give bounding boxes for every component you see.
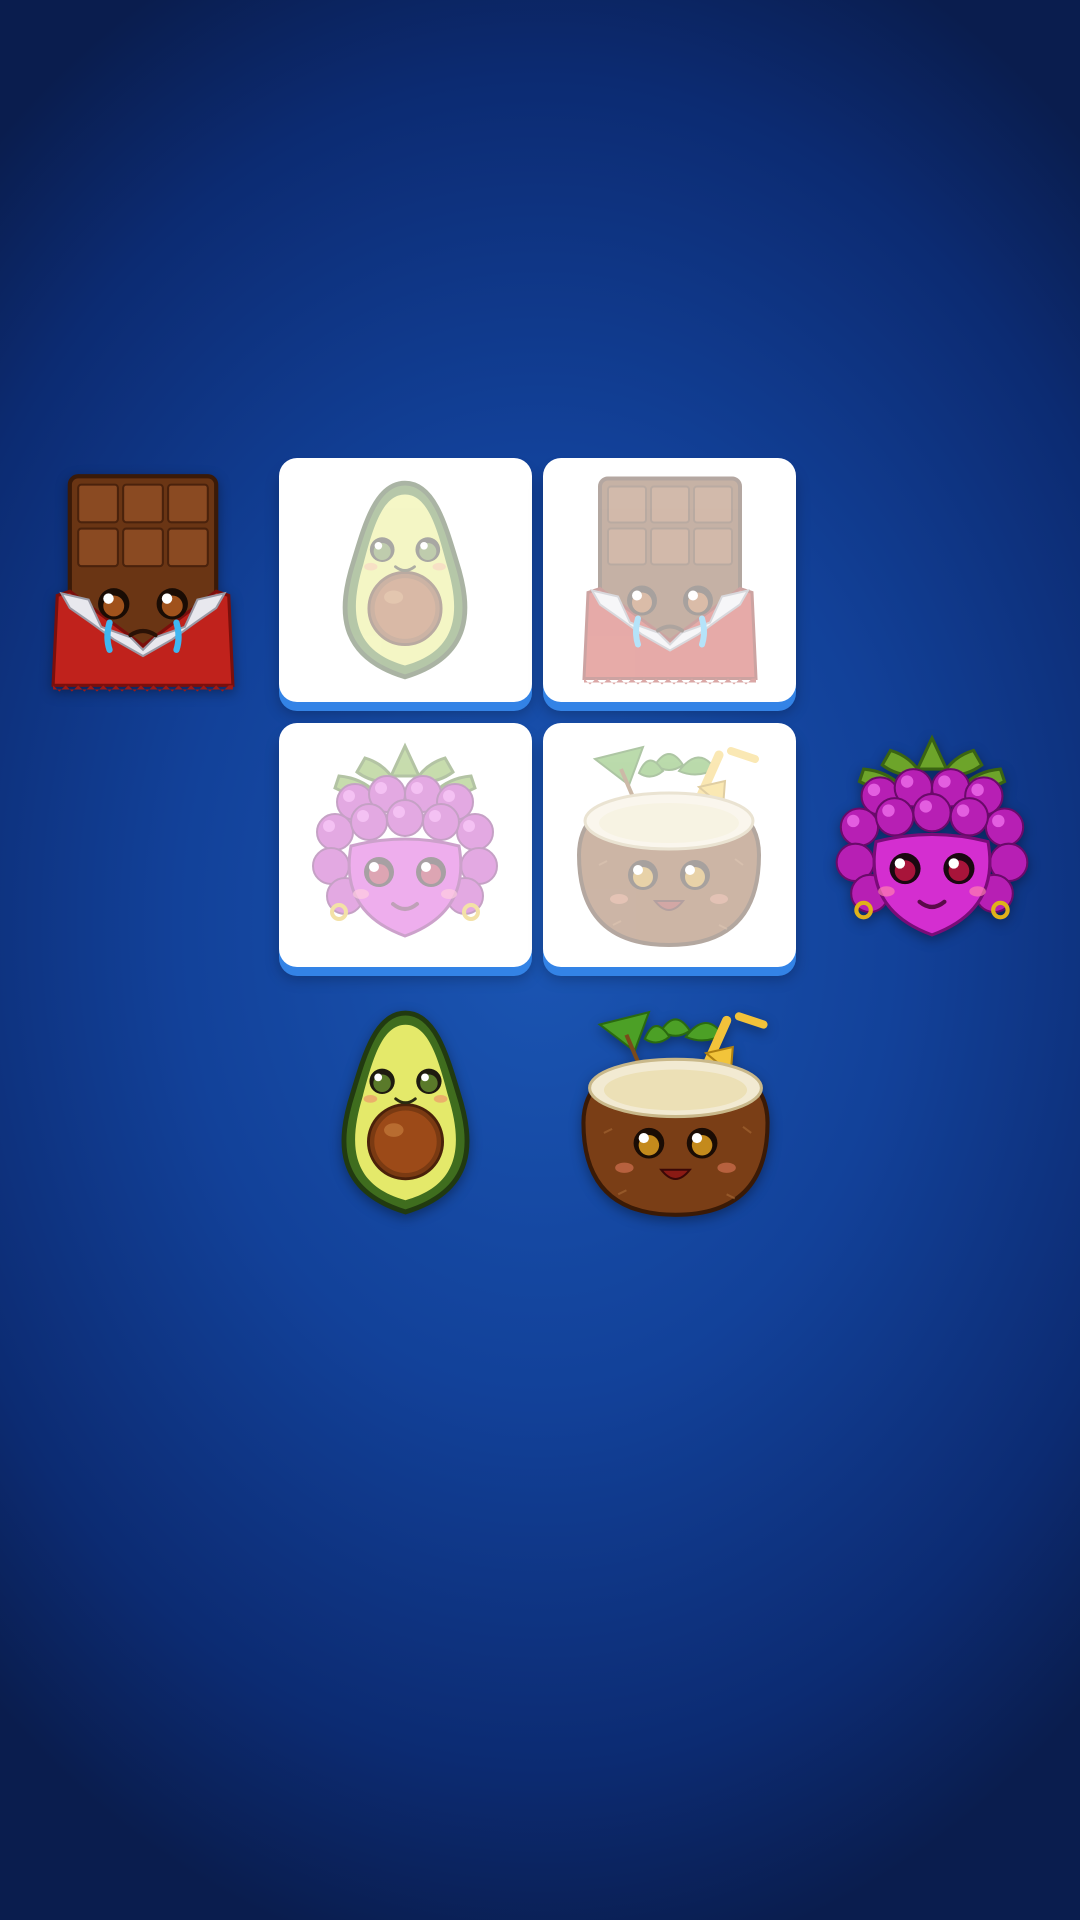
avocado-icon — [279, 458, 532, 702]
raspberry-icon — [818, 730, 1046, 945]
board-slot-raspberry[interactable] — [279, 723, 532, 967]
piece-chocolate[interactable] — [28, 470, 258, 700]
piece-coconut[interactable] — [563, 1000, 788, 1225]
board-slot-avocado[interactable] — [279, 458, 532, 702]
coconut-drink-icon — [563, 1000, 788, 1225]
board-slot-chocolate[interactable] — [543, 458, 796, 702]
coconut-drink-icon — [543, 723, 796, 967]
chocolate-bar-icon — [543, 458, 796, 702]
game-stage — [0, 0, 1080, 1920]
chocolate-bar-icon — [28, 470, 258, 700]
board-slot-coconut[interactable] — [543, 723, 796, 967]
avocado-icon — [308, 1000, 503, 1225]
piece-raspberry[interactable] — [818, 730, 1046, 945]
piece-avocado[interactable] — [308, 1000, 503, 1225]
raspberry-icon — [279, 723, 532, 967]
